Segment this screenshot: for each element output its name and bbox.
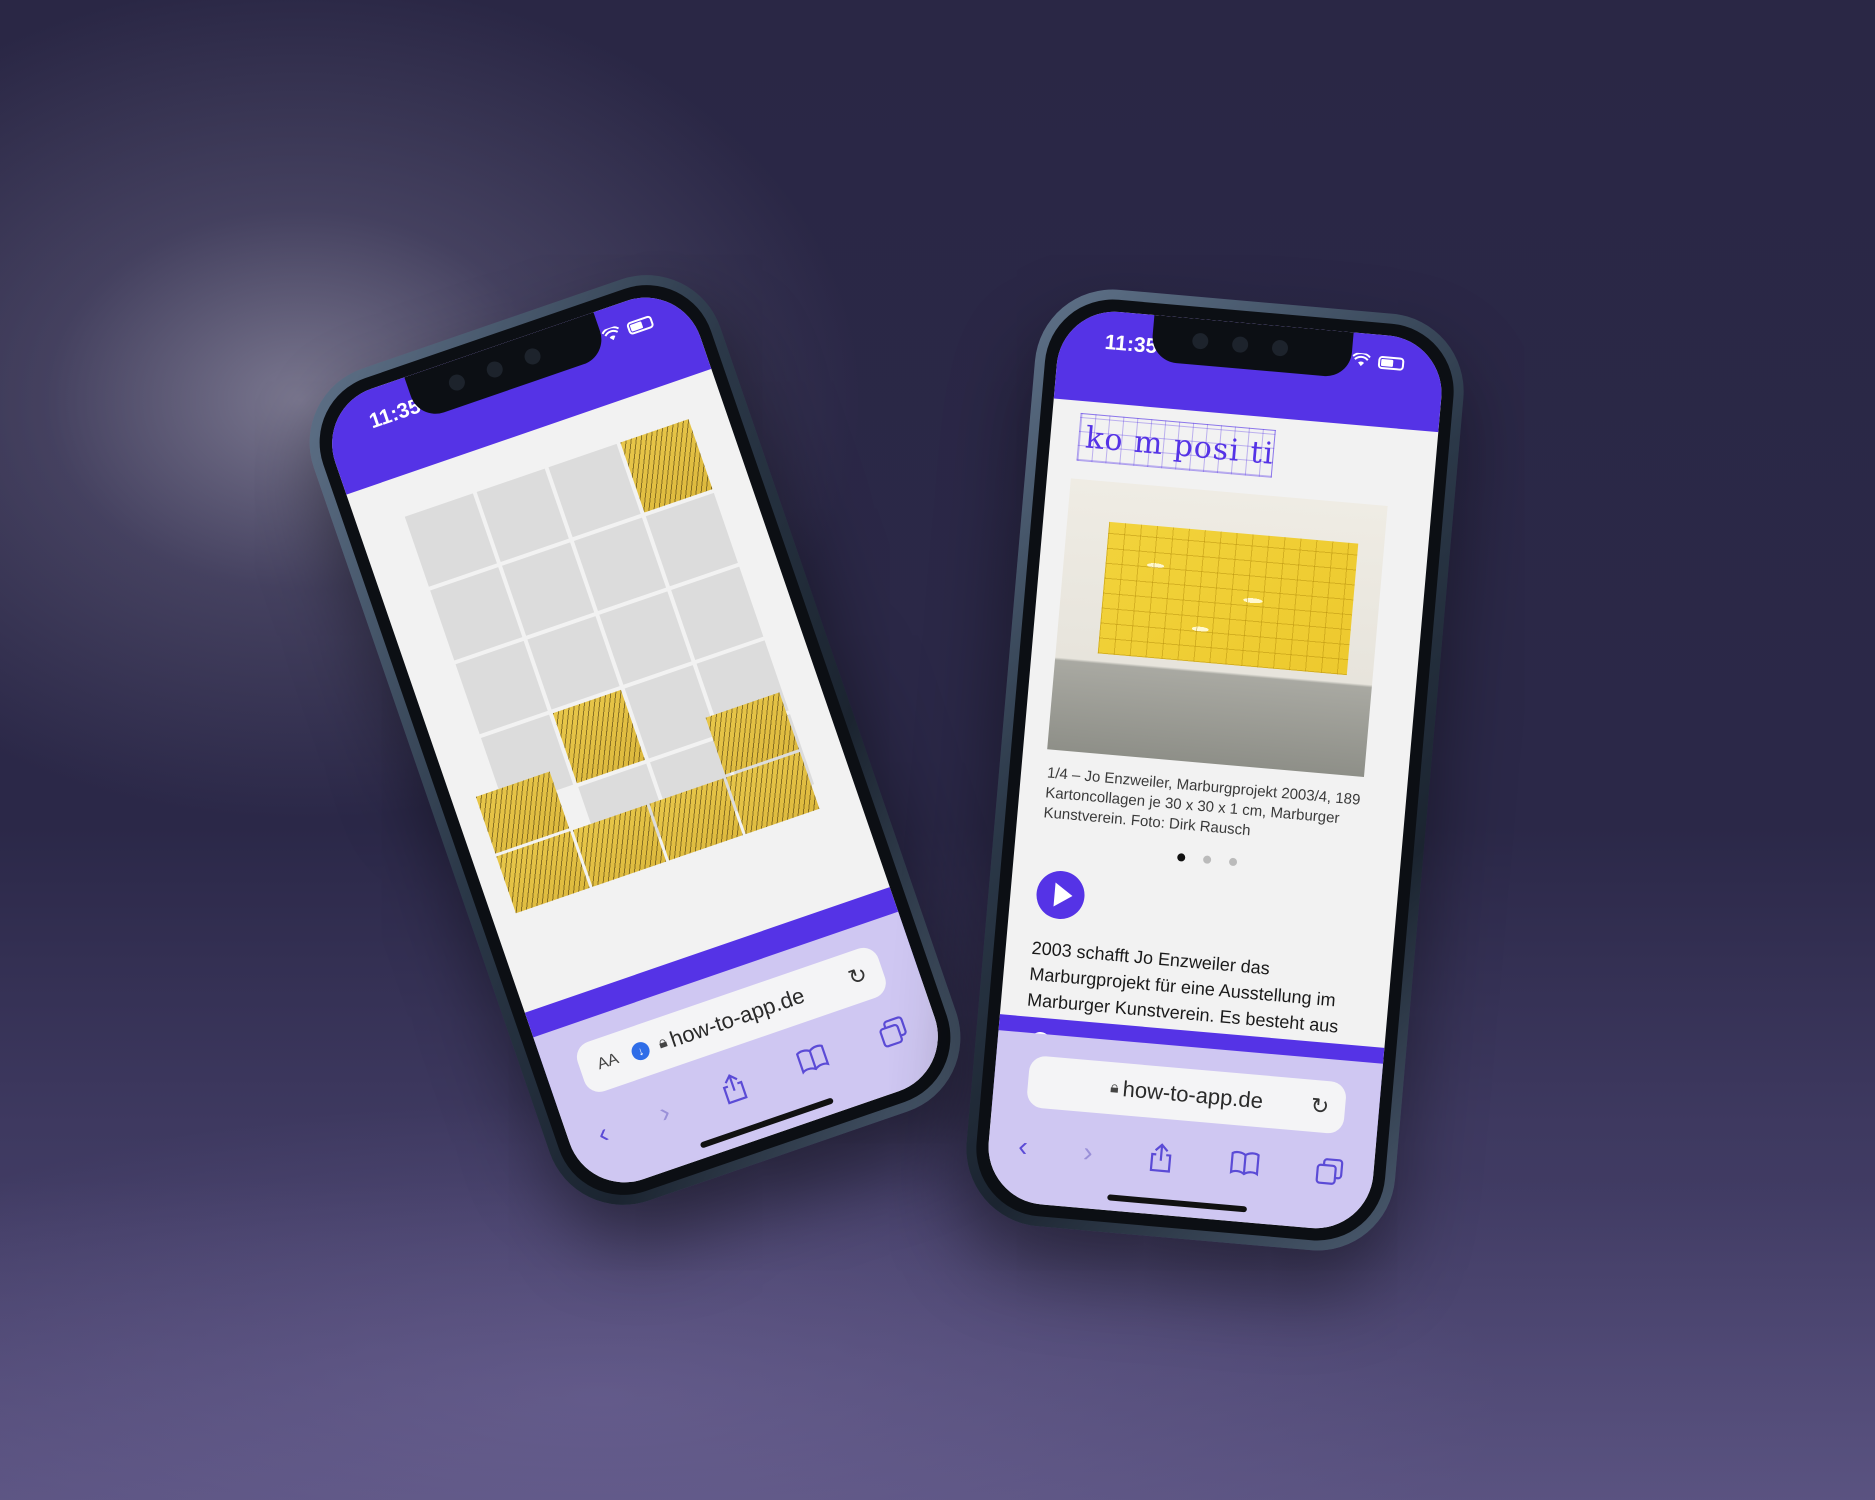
back-button[interactable]: ‹ bbox=[594, 1117, 613, 1150]
url-text[interactable]: how-to-app.de bbox=[667, 983, 808, 1053]
tabs-icon[interactable] bbox=[875, 1014, 911, 1050]
wifi-icon bbox=[1352, 352, 1371, 367]
artwork-image bbox=[1097, 521, 1359, 676]
tabs-icon[interactable] bbox=[1314, 1156, 1344, 1186]
komposition-logo[interactable]: ko m posi tio n bbox=[1076, 412, 1276, 478]
status-time: 11:35 bbox=[1103, 330, 1159, 359]
left-phone-bezel: 11:35 AA ↓ 🔒︎ how-to-app.de ↻ ‹ › bbox=[301, 266, 969, 1214]
play-icon[interactable] bbox=[1034, 869, 1087, 922]
download-badge-icon[interactable]: ↓ bbox=[629, 1039, 653, 1063]
address-bar[interactable]: 🔒︎ how-to-app.de ↻ bbox=[1025, 1055, 1348, 1135]
reload-icon[interactable]: ↻ bbox=[845, 961, 871, 992]
reload-icon[interactable]: ↻ bbox=[1310, 1093, 1331, 1121]
artwork-photo[interactable] bbox=[1047, 478, 1388, 778]
bookmarks-icon[interactable] bbox=[1229, 1149, 1261, 1178]
text-size-button[interactable]: AA bbox=[595, 1050, 621, 1074]
right-phone-bezel: 11:35 ko m posi tio n 1/4 – Jo Enzweiler… bbox=[970, 293, 1460, 1247]
battery-icon bbox=[625, 314, 655, 336]
left-phone: 11:35 AA ↓ 🔒︎ how-to-app.de ↻ ‹ › bbox=[288, 253, 982, 1227]
floor-reflection bbox=[0, 1180, 1875, 1500]
carousel-dot[interactable] bbox=[1202, 855, 1212, 864]
puzzle-tile[interactable] bbox=[649, 778, 743, 861]
right-phone-screen: 11:35 ko m posi tio n 1/4 – Jo Enzweiler… bbox=[983, 306, 1447, 1234]
wifi-icon bbox=[601, 326, 620, 341]
photo-caption: 1/4 – Jo Enzweiler, Marburgprojekt 2003/… bbox=[1042, 764, 1362, 840]
share-icon[interactable] bbox=[1147, 1142, 1176, 1174]
back-button[interactable]: ‹ bbox=[1017, 1130, 1029, 1163]
home-indicator bbox=[1107, 1194, 1248, 1213]
lock-icon: 🔒︎ bbox=[1109, 1079, 1120, 1097]
bookmarks-icon[interactable] bbox=[794, 1041, 831, 1075]
forward-button[interactable]: › bbox=[1082, 1136, 1094, 1169]
safari-nav: ‹ › bbox=[1017, 1130, 1345, 1190]
lock-icon: 🔒︎ bbox=[656, 1033, 670, 1053]
url-text[interactable]: how-to-app.de bbox=[1122, 1076, 1264, 1114]
carousel-dot[interactable] bbox=[1228, 857, 1238, 867]
forward-button[interactable]: › bbox=[655, 1096, 674, 1129]
puzzle-tile[interactable] bbox=[572, 804, 667, 887]
share-icon[interactable] bbox=[717, 1069, 751, 1106]
right-phone: 11:35 ko m posi tio n 1/4 – Jo Enzweiler… bbox=[959, 283, 1471, 1257]
left-phone-screen: 11:35 AA ↓ 🔒︎ how-to-app.de ↻ ‹ › bbox=[316, 281, 954, 1199]
battery-icon bbox=[1377, 355, 1405, 371]
safari-bar: 🔒︎ how-to-app.de ↻ ‹ › bbox=[983, 1030, 1384, 1234]
carousel-dot-active[interactable] bbox=[1176, 853, 1186, 862]
